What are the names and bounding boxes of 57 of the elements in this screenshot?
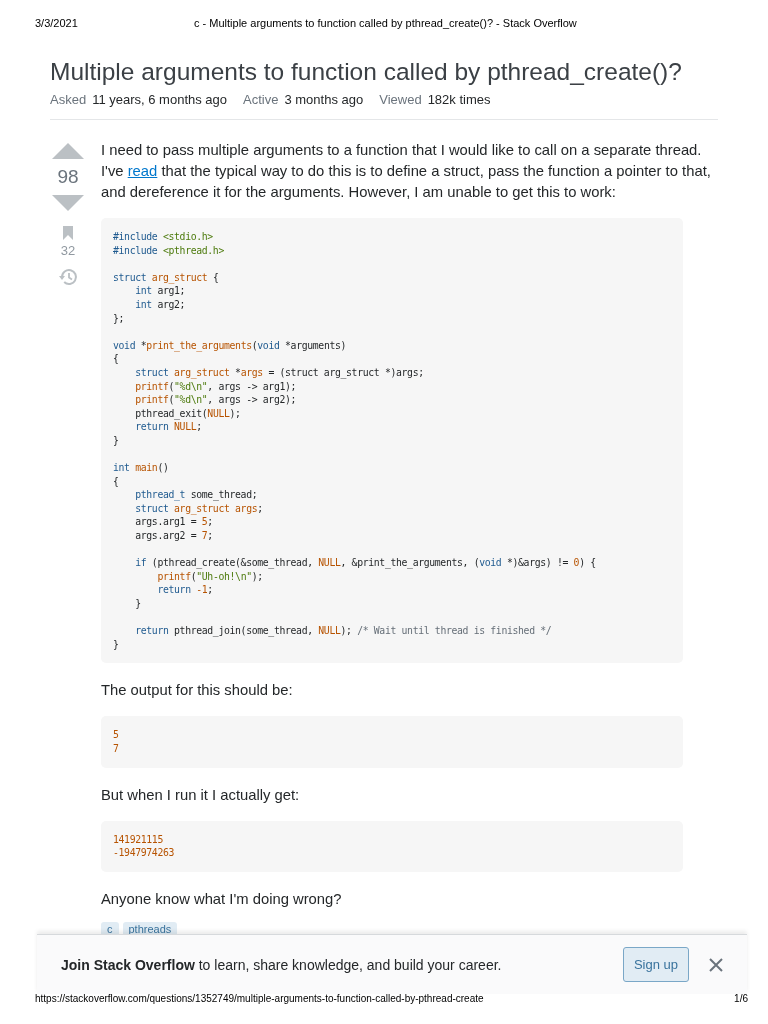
- code-line: }: [113, 637, 120, 652]
- meta-value: 3 months ago: [284, 92, 364, 107]
- code-line: struct arg_struct *args = (struct arg_struct *)args;: [134, 365, 425, 380]
- code-line: return NULL;: [134, 420, 203, 434]
- paragraph: But when I run it I actually get:: [101, 785, 301, 805]
- question-title: Multiple arguments to function called by pthread_create()?: [50, 57, 683, 87]
- code-line: void *print_the_arguments(void *arguments): [113, 338, 348, 353]
- code-line: pthread_exit(NULL);: [134, 406, 242, 421]
- code-line: 5: [113, 728, 120, 742]
- code-line: -1947974263: [113, 846, 176, 860]
- page-title: c - Multiple arguments to function called by pthread_create()? - Stack Overflow: [193, 17, 578, 29]
- paragraph: I need to pass multiple arguments to a function that I would like to call on a separate thread. I've read that the typical way to do this is to define a struct, pass the function a pointer to that, and dereference it for the arguments. However, I am unable to get this to work:: [101, 141, 712, 202]
- banner-text: Join Stack Overflow to learn, share knowledge, and build your career.: [61, 956, 503, 973]
- upvote-icon[interactable]: [52, 143, 84, 159]
- sign-up-button[interactable]: Sign up: [622, 947, 689, 982]
- bookmark-count: 32: [60, 243, 76, 258]
- code-line: {: [113, 352, 120, 366]
- close-icon[interactable]: [709, 957, 723, 972]
- code-line: return -1;: [156, 583, 214, 598]
- paragraph: The output for this should be:: [101, 681, 294, 701]
- code-line: int main(): [113, 461, 170, 475]
- paragraph: Anyone know what I'm doing wrong?: [101, 889, 343, 909]
- code-line: printf("%d\n", args -> arg2);: [134, 393, 298, 407]
- code-line: return pthread_join(some_thread, NULL); /* Wait until thread is finished */: [134, 624, 553, 638]
- code-line: struct arg_struct args;: [134, 501, 264, 516]
- meta-label: Viewed: [379, 92, 422, 107]
- page-number: 1/6: [734, 993, 748, 1004]
- code-line: }: [134, 597, 142, 611]
- meta-label: Asked: [50, 92, 87, 107]
- code-line: printf("%d\n", args -> arg1);: [134, 379, 298, 394]
- vote-count: 98: [57, 166, 79, 188]
- code-line: if (pthread_create(&some_thread, NULL, &print_the_arguments, (void *)&args) != 0) {: [134, 556, 597, 570]
- tag[interactable]: pthreads: [122, 921, 178, 935]
- downvote-icon[interactable]: [52, 195, 84, 211]
- code-line: #include <pthread.h>: [113, 243, 225, 258]
- code-line: 141921115: [113, 832, 164, 847]
- code-line: args.arg1 = 5;: [134, 515, 214, 530]
- code-line: }: [113, 433, 120, 448]
- code-line: {: [113, 474, 120, 489]
- code-line: pthread_t some_thread;: [134, 488, 259, 502]
- code-line: #include <stdio.h>: [113, 230, 214, 244]
- link[interactable]: read: [127, 163, 158, 179]
- page-url: https://stackoverflow.com/questions/1352749/multiple-arguments-to-function-called-by-pthread-create: [35, 993, 484, 1004]
- code-line: int arg1;: [134, 284, 187, 298]
- history-icon[interactable]: [58, 268, 78, 286]
- code-line: printf("Uh-oh!\n");: [156, 569, 264, 584]
- code-line: 7: [113, 742, 120, 756]
- meta-label: Active: [243, 92, 279, 107]
- meta-value: 182k times: [427, 92, 491, 107]
- code-line: struct arg_struct {: [113, 270, 220, 285]
- meta-value: 11 years, 6 months ago: [92, 92, 228, 107]
- tag[interactable]: c: [101, 921, 119, 935]
- code-line: };: [113, 311, 126, 326]
- bookmark-icon[interactable]: [62, 225, 74, 241]
- code-line: int arg2;: [134, 297, 187, 312]
- code-line: args.arg2 = 7;: [134, 529, 214, 543]
- print-date: 3/3/2021: [35, 17, 78, 29]
